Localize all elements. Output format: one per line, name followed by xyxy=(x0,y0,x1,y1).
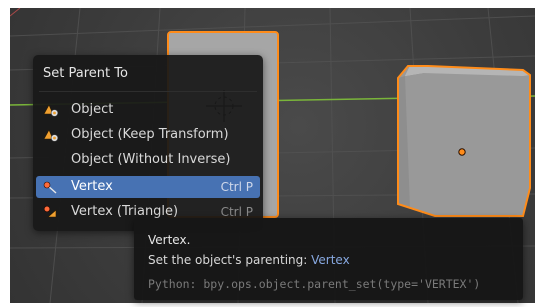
menu-item-object-without-inverse[interactable]: Object (Without Inverse) xyxy=(36,149,260,171)
tooltip-python: Python: bpy.ops.object.parent_set(type='… xyxy=(148,277,481,291)
object-data-icon xyxy=(43,104,59,117)
menu-item-vertex[interactable]: Vertex Ctrl P xyxy=(36,176,260,198)
menu-title: Set Parent To xyxy=(43,66,128,81)
menu-item-label: Object xyxy=(71,102,114,117)
tooltip-description: Set the object's parenting: Vertex xyxy=(148,253,350,267)
tooltip-description-text: Set the object's parenting: xyxy=(148,253,312,267)
vertex-triangle-icon xyxy=(43,205,57,218)
menu-item-object-keep-transform[interactable]: Object (Keep Transform) xyxy=(36,124,260,146)
operator-tooltip: Vertex. Set the object's parenting: Vert… xyxy=(134,218,523,300)
menu-item-shortcut: Ctrl P xyxy=(220,205,253,219)
y-axis-line xyxy=(10,8,21,17)
menu-item-object[interactable]: Object xyxy=(36,99,260,121)
set-parent-menu: Set Parent To Object Object (Keep Transf… xyxy=(33,55,263,231)
object-origin-icon xyxy=(458,148,466,156)
tooltip-description-value: Vertex xyxy=(311,253,350,267)
tooltip-title: Vertex. xyxy=(148,233,191,247)
menu-separator xyxy=(39,91,257,92)
menu-item-label: Vertex (Triangle) xyxy=(71,204,179,219)
active-cube[interactable] xyxy=(397,65,531,217)
menu-item-shortcut: Ctrl P xyxy=(220,180,253,194)
vertex-icon xyxy=(43,181,57,194)
menu-item-label: Vertex xyxy=(71,179,113,194)
menu-item-label: Object (Keep Transform) xyxy=(71,127,229,142)
menu-item-label: Object (Without Inverse) xyxy=(71,152,231,167)
object-data-icon xyxy=(43,129,59,142)
